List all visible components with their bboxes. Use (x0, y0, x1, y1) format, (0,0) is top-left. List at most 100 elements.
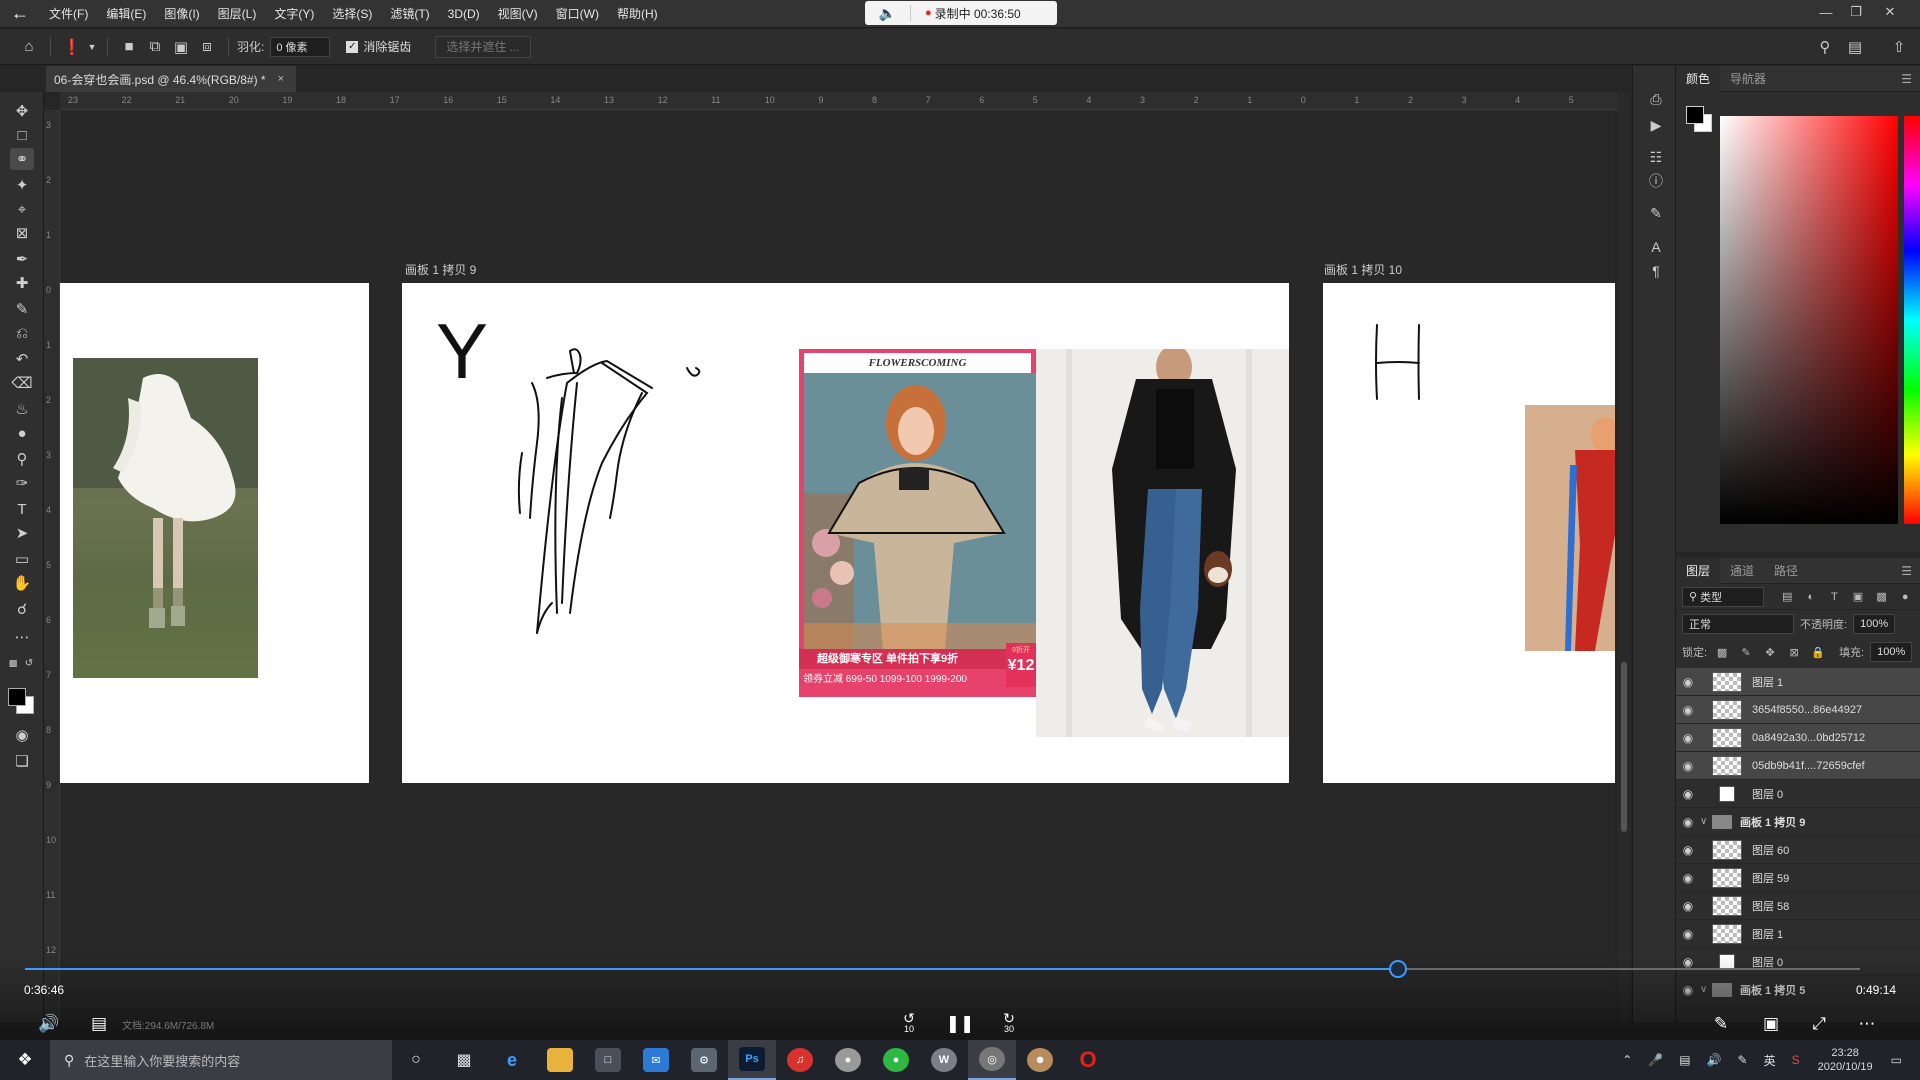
dodge-tool-icon[interactable]: ⚲ (10, 448, 34, 470)
move-tool-icon[interactable]: ✥ (10, 100, 34, 122)
lock-position-icon[interactable]: ✥ (1761, 646, 1779, 659)
recording-indicator[interactable]: 🔈 ● 录制中 00:36:50 (865, 1, 1057, 25)
filter-toggle-icon[interactable]: ● (1896, 591, 1914, 603)
history-brush-tool-icon[interactable]: ↶ (10, 348, 34, 370)
more-tools-icon[interactable]: ⋯ (10, 626, 34, 648)
visibility-eye-icon[interactable]: ◉ (1676, 815, 1700, 829)
workspace-icon[interactable]: ▤ (1842, 34, 1868, 60)
layer-group-row[interactable]: ◉ ∨ 画板 1 拷贝 9 (1676, 808, 1920, 836)
photo-red-tracksuit[interactable] (1525, 405, 1615, 651)
artboard-right[interactable]: H (1323, 283, 1615, 783)
foreground-color-swatch[interactable] (1686, 106, 1704, 124)
menu-help[interactable]: 帮助(H) (608, 5, 667, 22)
antialias-checkbox[interactable]: ✓ 消除锯齿 (346, 38, 411, 55)
brush-tool-icon[interactable]: ✎ (10, 298, 34, 320)
layer-kind-filter-select[interactable]: ⚲ 类型 (1682, 586, 1765, 607)
photoshop-taskbar-icon[interactable]: Ps (728, 1040, 776, 1080)
seek-bar-knob[interactable] (1389, 960, 1408, 978)
minimize-icon[interactable]: — (1810, 0, 1842, 24)
paint-bucket-tool-icon[interactable]: ♨ (10, 398, 34, 420)
menu-view[interactable]: 视图(V) (489, 5, 547, 22)
app-icon-avatar[interactable]: ☻ (1016, 1040, 1064, 1080)
subtitles-icon[interactable]: ▤ (84, 1011, 114, 1037)
file-explorer-icon[interactable] (536, 1040, 584, 1080)
rectangle-tool-icon[interactable]: ▭ (10, 548, 34, 570)
tab-layers[interactable]: 图层 (1676, 557, 1721, 584)
menu-window[interactable]: 窗口(W) (547, 5, 608, 22)
visibility-eye-icon[interactable]: ◉ (1676, 731, 1700, 745)
fill-input[interactable]: 100% (1870, 642, 1913, 662)
artboard-label[interactable]: 画板 1 拷贝 10 (1324, 261, 1402, 278)
history-panel-icon[interactable]: ⎙ (1645, 88, 1667, 110)
app-icon-gray[interactable]: ● (824, 1040, 872, 1080)
type-tool-icon[interactable]: T (10, 498, 34, 520)
taskbar-search-box[interactable]: ⚲ 在这里输入你要搜索的内容 (50, 1040, 392, 1080)
layer-row[interactable]: ◉ 图层 60 (1676, 836, 1920, 864)
notifications-icon[interactable]: ▭ (1891, 1053, 1902, 1067)
panel-menu-icon[interactable]: ☰ (1901, 564, 1912, 578)
group-expand-chevron-icon[interactable]: ∨ (1700, 816, 1712, 827)
exit-fullscreen-icon[interactable]: ⤢ (1804, 1011, 1834, 1037)
default-colors-icon[interactable]: ▩ (6, 652, 20, 674)
info-icon[interactable]: ⓘ (1645, 170, 1667, 192)
menu-file[interactable]: 文件(F) (40, 5, 97, 22)
chrome-icon[interactable]: ◎ (968, 1040, 1016, 1080)
artboard-left[interactable] (60, 283, 369, 783)
task-view-icon[interactable]: ▩ (440, 1040, 488, 1080)
restore-icon[interactable]: ❐ (1840, 0, 1872, 24)
visibility-eye-icon[interactable]: ◉ (1676, 675, 1700, 689)
edge-browser-icon[interactable]: e (488, 1040, 536, 1080)
picture-in-picture-icon[interactable]: ▣ (1756, 1011, 1786, 1037)
tab-paths[interactable]: 路径 (1764, 558, 1808, 584)
store-icon[interactable]: □ (584, 1040, 632, 1080)
lock-all-icon[interactable]: 🔒 (1809, 646, 1827, 659)
microphone-icon[interactable]: 🎤 (1648, 1053, 1663, 1067)
app-icon-remote[interactable]: ⚙ (680, 1040, 728, 1080)
photo-coat-ad[interactable]: FLOWERSCOMING 超级御寒专区 单件拍下享9折 领券立减 699-50… (799, 349, 1036, 697)
new-selection-icon[interactable]: ■ (116, 34, 142, 60)
menu-edit[interactable]: 编辑(E) (97, 5, 155, 22)
network-icon[interactable]: ▤ (1679, 1053, 1690, 1067)
zoom-tool-icon[interactable]: ☌ (10, 598, 34, 620)
eraser-tool-icon[interactable]: ⌫ (10, 372, 34, 394)
visibility-eye-icon[interactable]: ◉ (1676, 899, 1700, 913)
smart-object-filter-icon[interactable]: ▩ (1873, 590, 1891, 603)
character-panel-icon[interactable]: A (1645, 236, 1667, 258)
rewind-button[interactable]: ↺ 10 (894, 1011, 924, 1037)
seek-bar[interactable] (25, 960, 1860, 978)
pen-workspace-icon[interactable]: ✎ (1738, 1053, 1748, 1067)
panel-menu-icon[interactable]: ☰ (1901, 72, 1912, 86)
select-and-mask-button[interactable]: 选择并遮住 ... (435, 35, 531, 58)
pen-tool-icon[interactable]: ✑ (10, 472, 34, 494)
cortana-icon[interactable]: ○ (392, 1040, 440, 1080)
hand-tool-icon[interactable]: ✋ (10, 572, 34, 594)
close-icon[interactable]: ✕ (1874, 0, 1906, 24)
marquee-tool-icon[interactable]: □ (10, 124, 34, 146)
back-arrow-icon[interactable]: ← (0, 0, 40, 28)
artboard-center[interactable]: Y FLOWERSCOMING 超级御寒专区 单件拍下享9折 领券立减 699-… (402, 283, 1289, 783)
speaker-muted-icon[interactable]: 🔈 (865, 4, 911, 22)
tab-channels[interactable]: 通道 (1720, 558, 1764, 584)
wechat-icon[interactable]: ● (872, 1040, 920, 1080)
search-icon[interactable]: ⚲ (1812, 34, 1838, 60)
tray-chevron-up-icon[interactable]: ⌃ (1622, 1053, 1632, 1067)
crop-tool-icon[interactable]: ⌖ (10, 198, 34, 220)
vertical-ruler[interactable]: 3 2 1 0 1 2 3 4 5 6 7 8 9 10 11 12 (44, 110, 60, 1020)
shape-filter-icon[interactable]: ▣ (1849, 590, 1867, 603)
menu-select[interactable]: 选择(S) (323, 5, 381, 22)
opera-icon[interactable]: O (1064, 1040, 1112, 1080)
netease-music-icon[interactable]: ♫ (776, 1040, 824, 1080)
canvas-area[interactable]: 画板 1 拷贝 9 Y FLOWERSCOMING 超级御寒专区 单件拍下享9折… (60, 110, 1615, 1020)
type-filter-icon[interactable]: T (1826, 591, 1844, 603)
mail-icon[interactable]: ✉ (632, 1040, 680, 1080)
intersect-selection-icon[interactable]: ⧈ (194, 34, 220, 60)
brush-settings-icon[interactable]: ✎ (1645, 202, 1667, 224)
lock-artboard-icon[interactable]: ⊠ (1785, 646, 1803, 659)
chevron-down-icon[interactable]: ▼ (85, 34, 99, 60)
layer-row[interactable]: ◉ 05db9b41f....72659cfef (1676, 752, 1920, 780)
lock-transparency-icon[interactable]: ▩ (1713, 646, 1731, 659)
menu-filter[interactable]: 滤镜(T) (381, 5, 438, 22)
lasso-tool-icon[interactable]: ⚭ (10, 148, 34, 170)
paragraph-panel-icon[interactable]: ¶ (1645, 260, 1667, 282)
visibility-eye-icon[interactable]: ◉ (1676, 927, 1700, 941)
